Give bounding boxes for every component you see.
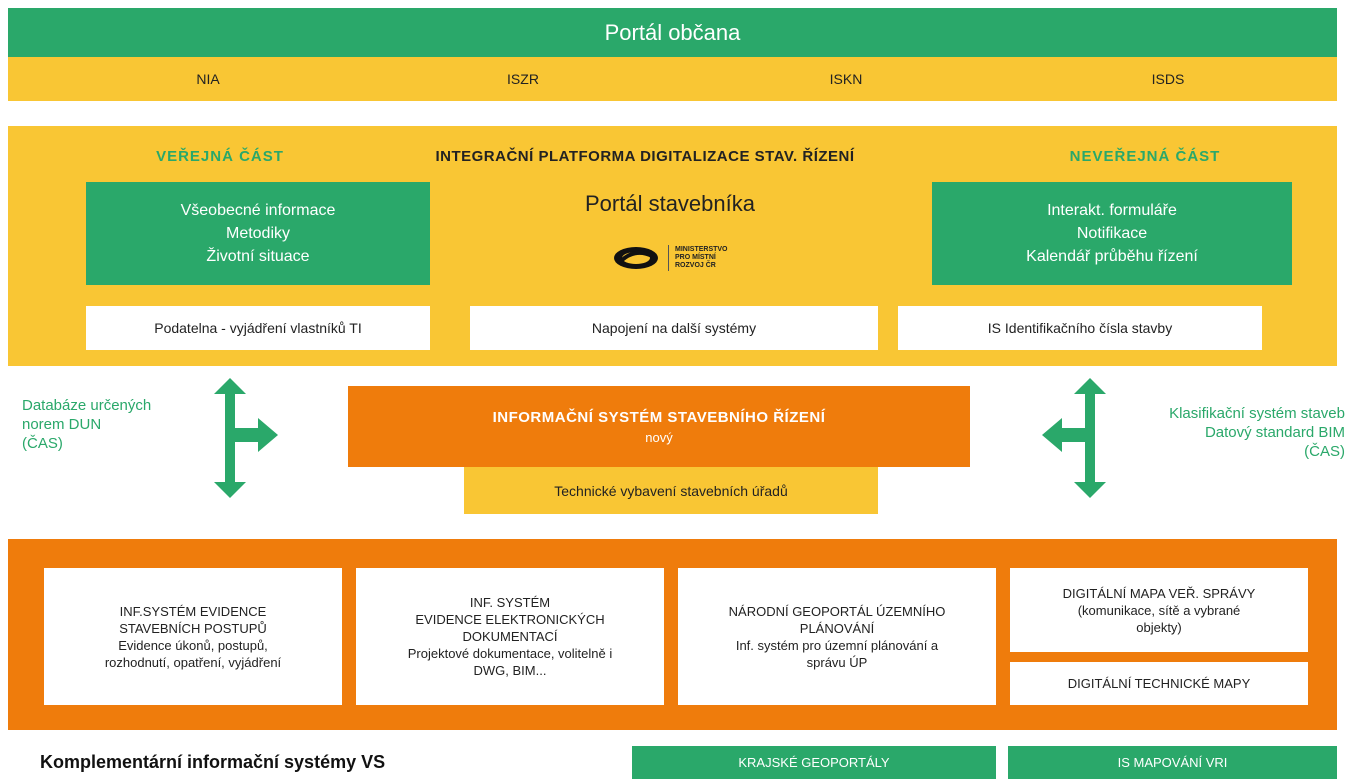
system-iszr: ISZR: [507, 71, 539, 87]
is-identifikacniho-cisla-box: IS Identifikačního čísla stavby: [898, 306, 1262, 350]
logo-text-1: MINISTERSTVO: [675, 246, 728, 253]
evidence-postupu-box: INF.SYSTÉM EVIDENCE STAVEBNÍCH POSTUPŮ E…: [44, 568, 342, 705]
private-info-box: Interakt. formuláře Notifikace Kalendář …: [932, 182, 1292, 285]
dun-note: Databáze určených norem DUN (ČAS): [22, 397, 152, 452]
podatelna-box: Podatelna - vyjádření vlastníků TI: [86, 306, 430, 350]
napojeni-box: Napojení na další systémy: [470, 306, 878, 350]
geoportal-box: NÁRODNÍ GEOPORTÁL ÚZEMNÍHO PLÁNOVÁNÍ Inf…: [678, 568, 996, 705]
evidence-dokumentaci-box: INF. SYSTÉM EVIDENCE ELEKTRONICKÝCH DOKU…: [356, 568, 664, 705]
portal-obcana-title: Portál občana: [604, 19, 741, 45]
portal-stavebnika: Portál stavebníka: [470, 186, 870, 222]
portal-stavebnika-title: Portál stavebníka: [585, 191, 755, 216]
platform-title: INTEGRAČNÍ PLATFORMA DIGITALIZACE STAV. …: [435, 147, 855, 165]
digitalni-mapa-box: DIGITÁLNÍ MAPA VEŘ. SPRÁVY (komunikace, …: [1010, 568, 1308, 652]
complementary-systems-title: Komplementární informační systémy VS: [40, 752, 386, 772]
is-mapovani-vri-box: IS MAPOVÁNÍ VRI: [1008, 746, 1337, 779]
right-arrow-icon: [1042, 378, 1106, 498]
issr-box: INFORMAČNÍ SYSTÉM STAVEBNÍHO ŘÍZENÍ nový: [348, 386, 970, 467]
mmr-logo-icon: [614, 247, 658, 269]
public-info-line-1: Všeobecné informace: [180, 202, 336, 219]
technical-equipment-box: Technické vybavení stavebních úřadů: [464, 467, 878, 514]
private-info-line-2: Notifikace: [1076, 225, 1148, 242]
issr-title: INFORMAČNÍ SYSTÉM STAVEBNÍHO ŘÍZENÍ: [492, 408, 826, 426]
public-info-line-3: Životní situace: [206, 248, 310, 265]
public-part-label: VEŘEJNÁ ČÁST: [156, 147, 284, 165]
private-part-label: NEVEŘEJNÁ ČÁST: [1069, 147, 1221, 165]
krajske-geoportaly-box: KRAJSKÉ GEOPORTÁLY: [632, 746, 996, 779]
private-info-line-3: Kalendář průběhu řízení: [1026, 248, 1198, 265]
left-arrow-icon: [214, 378, 278, 498]
public-info-box: Všeobecné informace Metodiky Životní sit…: [86, 182, 430, 285]
public-info-line-2: Metodiky: [225, 225, 291, 242]
digitalni-technicke-mapy-box: DIGITÁLNÍ TECHNICKÉ MAPY: [1010, 662, 1308, 705]
portal-obcana-banner: Portál občana: [8, 8, 1337, 57]
klasifikace-note: Klasifikační systém staveb Datový standa…: [1169, 405, 1345, 460]
mmr-logo: MINISTERSTVO PRO MÍSTNÍ ROZVOJ ČR: [612, 242, 762, 274]
issr-subtitle: nový: [645, 429, 673, 445]
logo-text-2: PRO MÍSTNÍ: [675, 254, 716, 261]
private-info-line-1: Interakt. formuláře: [1047, 202, 1177, 219]
top-systems-bar: NIA ISZR ISKN ISDS: [8, 57, 1337, 101]
system-isds: ISDS: [1151, 71, 1185, 87]
system-nia: NIA: [196, 71, 220, 87]
logo-text-3: ROZVOJ ČR: [675, 262, 716, 269]
system-iskn: ISKN: [829, 71, 863, 87]
